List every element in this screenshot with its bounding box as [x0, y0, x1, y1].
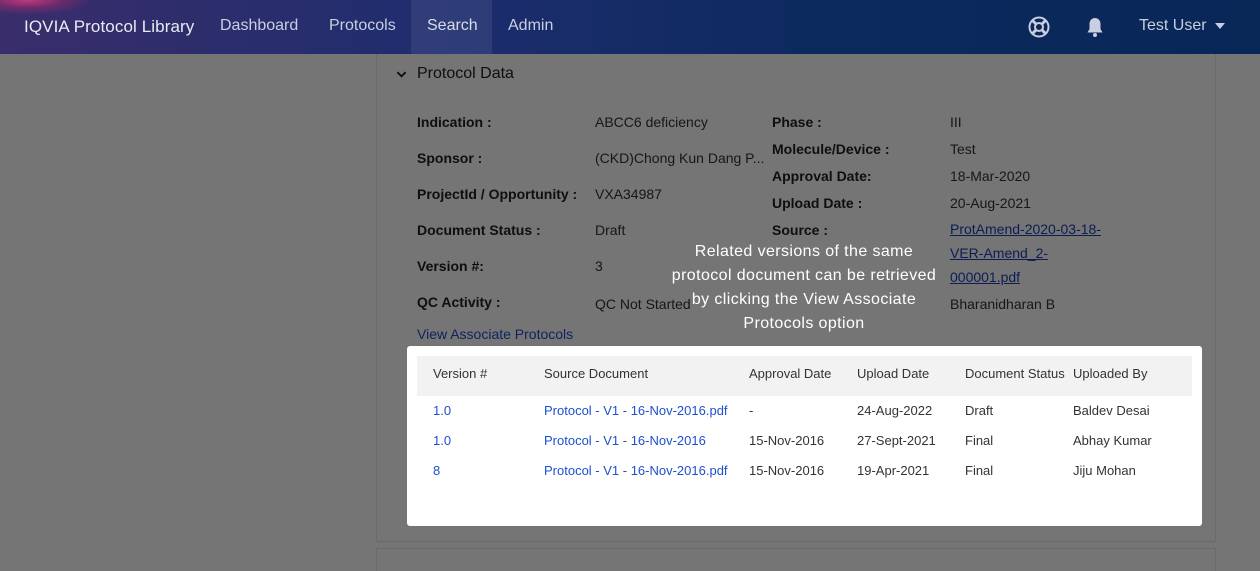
label-version: Version #: [417, 258, 484, 274]
user-name: Test User [1139, 17, 1207, 34]
label-qc-activity: QC Activity : [417, 294, 501, 310]
value-project-id: VXA34987 [595, 186, 662, 202]
th-document-status[interactable]: Document Status [965, 366, 1065, 381]
row3-uploaded-by: Jiju Mohan [1073, 463, 1136, 478]
label-molecule-device: Molecule/Device : [772, 141, 890, 157]
th-source-document[interactable]: Source Document [544, 366, 648, 381]
top-navbar: IQVIA Protocol Library Dashboard Protoco… [0, 0, 1260, 54]
caret-down-icon [1214, 22, 1225, 29]
source-link-line-2: VER-Amend_2- [950, 245, 1049, 261]
th-approval-date[interactable]: Approval Date [749, 366, 831, 381]
row3-approval-date: 15-Nov-2016 [749, 463, 825, 478]
value-indication: ABCC6 deficiency [595, 114, 708, 130]
nav-dashboard[interactable]: Dashboard [220, 0, 298, 54]
row3-version[interactable]: 8 [433, 463, 440, 478]
source-link-line-3: 000001.pdf [950, 269, 1021, 285]
value-document-status: Draft [595, 222, 626, 238]
section-title: Protocol Data [417, 65, 514, 82]
source-file-link[interactable]: ProtAmend-2020-03-18- VER-Amend_2- 00000… [950, 217, 1101, 289]
value-approval-date: 18-Mar-2020 [950, 168, 1031, 184]
th-uploaded-by[interactable]: Uploaded By [1073, 366, 1147, 381]
protocol-data-header[interactable]: Protocol Data [396, 64, 514, 84]
bell-icon[interactable] [1083, 15, 1107, 39]
tour-tooltip-text: Related versions of the same protocol do… [671, 243, 937, 332]
value-upload-date: 20-Aug-2021 [950, 195, 1031, 211]
row3-upload-date: 19-Apr-2021 [857, 463, 930, 478]
row1-uploaded-by: Baldev Desai [1073, 403, 1150, 418]
value-molecule-device: Test [950, 141, 976, 157]
app-brand[interactable]: IQVIA Protocol Library [24, 17, 194, 37]
help-lifebuoy-icon[interactable] [1027, 15, 1051, 39]
label-source: Source : [772, 222, 829, 238]
associate-protocols-table: Version # Source Document Approval Date … [407, 346, 1202, 526]
row2-version[interactable]: 1.0 [433, 433, 451, 448]
row1-document-status: Draft [965, 403, 994, 418]
value-version: 3 [595, 258, 603, 274]
value-sponsor: (CKD)Chong Kun Dang P... [595, 150, 765, 166]
nav-protocols[interactable]: Protocols [329, 0, 396, 54]
row2-upload-date: 27-Sept-2021 [857, 433, 936, 448]
row1-version[interactable]: 1.0 [433, 403, 451, 418]
row1-upload-date: 24-Aug-2022 [857, 403, 933, 418]
label-sponsor: Sponsor : [417, 150, 483, 166]
row2-uploaded-by: Abhay Kumar [1073, 433, 1152, 448]
user-menu[interactable]: Test User [1139, 0, 1225, 54]
row1-source-document[interactable]: Protocol - V1 - 16-Nov-2016.pdf [544, 403, 728, 418]
row2-approval-date: 15-Nov-2016 [749, 433, 825, 448]
nav-admin[interactable]: Admin [508, 0, 553, 54]
label-indication: Indication : [417, 114, 492, 130]
source-link-line-1: ProtAmend-2020-03-18- [950, 221, 1101, 237]
value-phase: III [950, 114, 962, 130]
th-upload-date[interactable]: Upload Date [857, 366, 929, 381]
brand-swoosh [0, 0, 90, 14]
label-phase: Phase : [772, 114, 822, 130]
chevron-down-icon [396, 71, 407, 78]
th-version[interactable]: Version # [433, 366, 487, 381]
label-approval-date: Approval Date: [772, 168, 872, 184]
row3-source-document[interactable]: Protocol - V1 - 16-Nov-2016.pdf [544, 463, 728, 478]
row2-document-status: Final [965, 433, 994, 448]
view-associate-protocols-link[interactable]: View Associate Protocols [417, 326, 573, 342]
label-project-id: ProjectId / Opportunity : [417, 186, 578, 202]
row2-source-document[interactable]: Protocol - V1 - 16-Nov-2016 [544, 433, 706, 448]
row3-document-status: Final [965, 463, 994, 478]
label-document-status: Document Status : [417, 222, 541, 238]
value-uploaded-by: Bharanidharan B [950, 296, 1056, 312]
label-upload-date: Upload Date : [772, 195, 863, 211]
nav-search[interactable]: Search [411, 0, 492, 54]
next-panel [376, 548, 1216, 571]
row1-approval-date: - [749, 403, 754, 418]
